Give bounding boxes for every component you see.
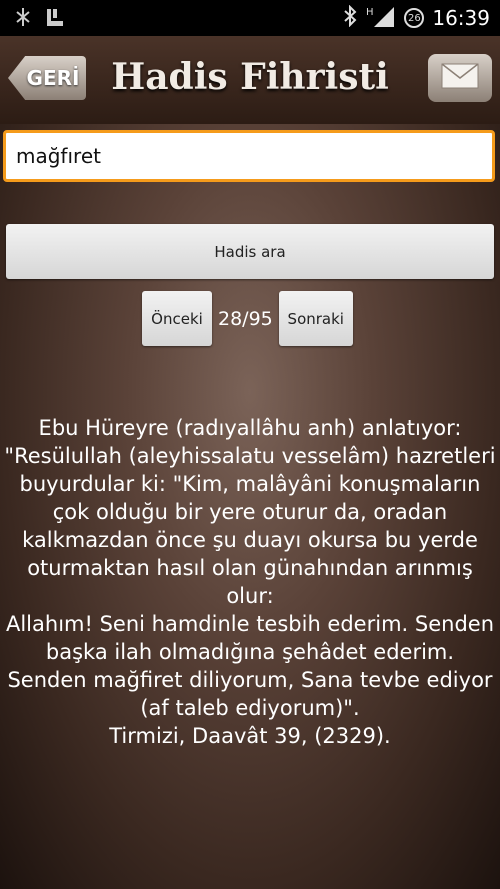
page-counter: 28/95 (218, 307, 273, 330)
signal-h-icon: H (366, 5, 396, 31)
back-button-label: GERİ (26, 66, 80, 90)
hadith-source: Tirmizi, Daavât 39, (2329). (109, 724, 391, 748)
page-title: Hadis Fihristi (111, 56, 389, 98)
content-area: mağfıret Hadis ara Önceki 28/95 Sonraki … (0, 124, 500, 889)
pager: Önceki 28/95 Sonraki (142, 290, 353, 347)
svg-text:H: H (366, 7, 374, 18)
bluetooth-icon (342, 4, 358, 31)
status-bar: H 26 16:39 (0, 0, 500, 36)
storage-icon (44, 6, 66, 32)
mail-icon (441, 63, 479, 93)
mail-button[interactable] (428, 54, 492, 102)
notification-badge-icon: 26 (404, 8, 425, 28)
hadith-text: Ebu Hüreyre (radıyallâhu anh) anlatıyor:… (4, 414, 496, 750)
usb-debug-icon (12, 6, 34, 32)
search-input[interactable]: mağfıret (3, 130, 495, 182)
status-time: 16:39 (432, 6, 490, 30)
next-button[interactable]: Sonraki (278, 291, 353, 346)
hadith-paragraph: Allahım! Seni hamdinle tesbih ederim. Se… (5, 612, 494, 720)
previous-button[interactable]: Önceki (142, 291, 212, 346)
back-button[interactable]: GERİ (8, 56, 86, 100)
app-header: GERİ Hadis Fihristi (0, 36, 500, 126)
hadith-paragraph: Ebu Hüreyre (radıyallâhu anh) anlatıyor:… (4, 416, 496, 608)
search-hadith-button[interactable]: Hadis ara (6, 224, 494, 279)
